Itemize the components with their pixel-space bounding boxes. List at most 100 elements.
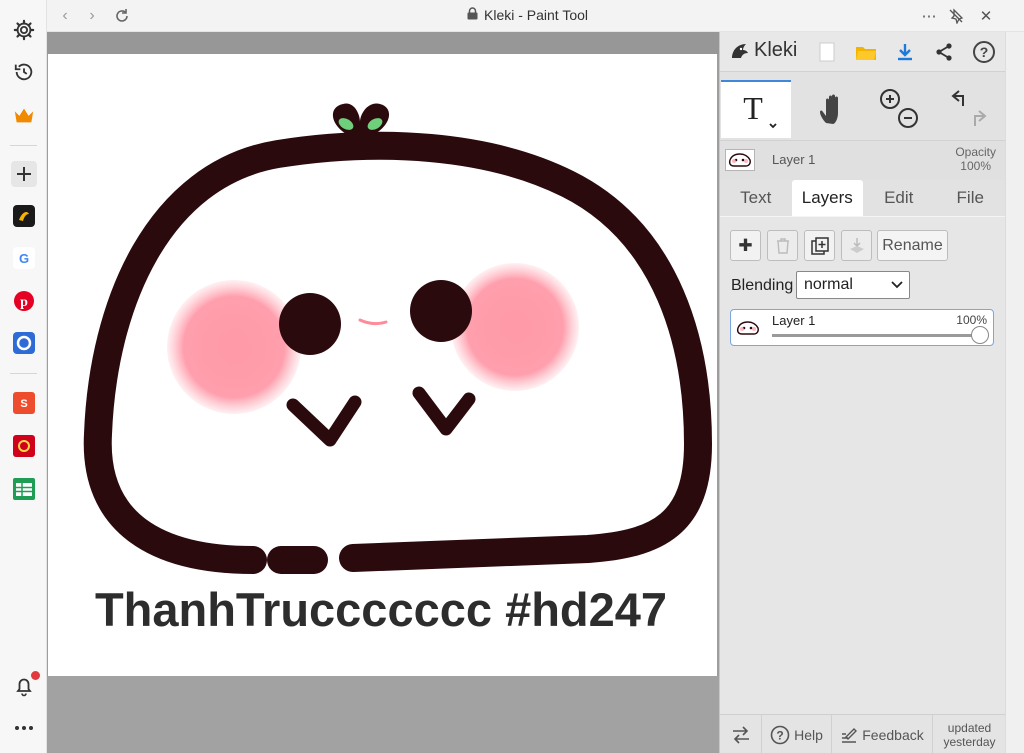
panel-tabs: Text Layers Edit File xyxy=(720,180,1006,216)
svg-text:T: T xyxy=(743,90,763,126)
window-title: Kleki - Paint Tool xyxy=(467,7,588,23)
sidebar-divider xyxy=(10,145,37,146)
blending-value: normal xyxy=(804,276,853,293)
layer-opacity-percent: 100% xyxy=(956,313,987,327)
close-icon[interactable]: ✕ xyxy=(975,5,997,27)
layer-opacity-slider-handle[interactable] xyxy=(971,326,989,344)
layers-tab-content: ✚ Rename Blending normal Layer 1 100% xyxy=(720,216,1006,714)
layer-thumbnail xyxy=(725,149,755,171)
tool-row: T xyxy=(720,80,1006,138)
layer-opacity-slider[interactable] xyxy=(772,334,980,337)
layer-name: Layer 1 xyxy=(772,313,816,328)
text-tool-icon: T xyxy=(743,90,777,129)
chevron-down-icon xyxy=(891,281,903,289)
kleki-logo-icon xyxy=(732,43,748,58)
rename-layer-button[interactable]: Rename xyxy=(877,230,948,261)
mochi-illustration: ThanhTruccccccc #hd247 xyxy=(83,103,713,636)
swap-side-button[interactable] xyxy=(720,715,762,753)
merge-down-icon xyxy=(849,237,864,253)
pinterest-icon[interactable]: p xyxy=(11,288,37,314)
tab-edit[interactable]: Edit xyxy=(863,180,935,216)
delete-layer-button[interactable] xyxy=(767,230,798,261)
browser-sidebar: G p S xyxy=(0,0,47,753)
more-options-icon[interactable]: ⋯ xyxy=(918,5,940,27)
open-folder-icon[interactable] xyxy=(852,38,880,66)
shopee-icon[interactable]: S xyxy=(11,390,37,416)
canvas-top-margin xyxy=(47,32,719,54)
feedback-button[interactable]: Feedback xyxy=(832,715,933,753)
opacity-value: 100% xyxy=(960,159,991,173)
blue-app-icon[interactable] xyxy=(11,330,37,356)
canvas-caption: ThanhTruccccccc #hd247 xyxy=(95,583,667,636)
opacity-readout: Opacity 100% xyxy=(955,145,996,173)
svg-text:p: p xyxy=(20,295,28,310)
add-layer-button[interactable]: ✚ xyxy=(730,230,761,261)
lock-icon xyxy=(467,7,478,23)
canvas-bottom-margin xyxy=(47,676,719,753)
help-icon[interactable]: ? xyxy=(970,38,998,66)
trash-icon xyxy=(776,237,789,254)
merge-layer-button[interactable] xyxy=(841,230,872,261)
window-edge xyxy=(1005,32,1024,753)
sidebar-divider xyxy=(10,373,37,374)
forward-icon[interactable]: › xyxy=(81,5,103,27)
blending-label: Blending xyxy=(731,277,794,294)
share-icon[interactable] xyxy=(930,38,958,66)
svg-text:?: ? xyxy=(980,44,989,60)
duplicate-layer-button[interactable] xyxy=(804,230,835,261)
panel-footer: ? Help Feedback updated yesterday xyxy=(720,714,1006,753)
window-title-text: Kleki - Paint Tool xyxy=(484,7,589,23)
reload-icon[interactable] xyxy=(111,5,133,27)
feedback-label: Feedback xyxy=(862,726,924,743)
back-icon[interactable]: ‹ xyxy=(54,5,76,27)
hand-icon xyxy=(820,94,838,124)
layer-thumbnail xyxy=(734,316,762,340)
current-layer-info: Layer 1 Opacity 100% xyxy=(720,140,1006,180)
opacity-label: Opacity xyxy=(955,145,996,159)
sheets-icon[interactable] xyxy=(11,476,37,502)
updated-line2: yesterday xyxy=(943,734,996,749)
hand-tool-button[interactable] xyxy=(798,80,868,138)
undo-redo-buttons[interactable] xyxy=(934,80,1000,138)
red-app-icon[interactable] xyxy=(11,433,37,459)
new-file-icon[interactable] xyxy=(813,38,841,66)
tab-file[interactable]: File xyxy=(935,180,1007,216)
text-tool-button[interactable]: T xyxy=(721,80,791,138)
current-layer-name: Layer 1 xyxy=(772,152,816,167)
app-root: G p S ‹ › Kleki - Paint Tool ⋯ ✕ ThanhTr… xyxy=(0,0,1024,753)
svg-text:S: S xyxy=(20,398,27,410)
help-circle-icon: ? xyxy=(770,725,790,744)
help-label: Help xyxy=(794,726,823,743)
updated-line1: updated xyxy=(947,720,992,735)
svg-text:?: ? xyxy=(776,728,783,742)
help-button[interactable]: ? Help xyxy=(762,715,832,753)
blending-select[interactable]: normal xyxy=(796,271,910,299)
canvas-area[interactable]: ThanhTruccccccc #hd247 xyxy=(47,32,719,753)
google-icon[interactable]: G xyxy=(11,245,37,271)
zoom-icon xyxy=(880,89,918,128)
window-titlebar: ‹ › Kleki - Paint Tool ⋯ ✕ xyxy=(47,0,1024,32)
panel-header: Kleki ? xyxy=(720,32,1006,72)
more-icon[interactable] xyxy=(11,715,37,741)
svg-text:G: G xyxy=(19,251,29,266)
changelog-link[interactable]: updated yesterday xyxy=(933,715,1006,753)
undo-redo-icon xyxy=(951,90,987,126)
add-icon[interactable] xyxy=(11,161,37,187)
history-icon[interactable] xyxy=(11,59,37,85)
crown-icon[interactable] xyxy=(11,102,37,128)
swap-icon xyxy=(732,725,749,744)
brand-name: Kleki xyxy=(754,39,798,61)
tab-text[interactable]: Text xyxy=(720,180,792,216)
drawing-canvas[interactable]: ThanhTruccccccc #hd247 xyxy=(48,54,717,676)
gear-icon[interactable] xyxy=(11,17,37,43)
zoom-buttons[interactable] xyxy=(868,80,930,138)
layer-list-item[interactable]: Layer 1 100% xyxy=(730,309,994,346)
download-icon[interactable] xyxy=(891,38,919,66)
app-dark-icon[interactable] xyxy=(11,203,37,229)
duplicate-icon xyxy=(810,236,829,255)
kleki-brand[interactable]: Kleki xyxy=(728,39,797,62)
notification-badge xyxy=(31,671,40,680)
unpin-icon[interactable] xyxy=(945,5,967,27)
feedback-icon xyxy=(842,727,858,743)
tab-layers[interactable]: Layers xyxy=(791,180,863,216)
